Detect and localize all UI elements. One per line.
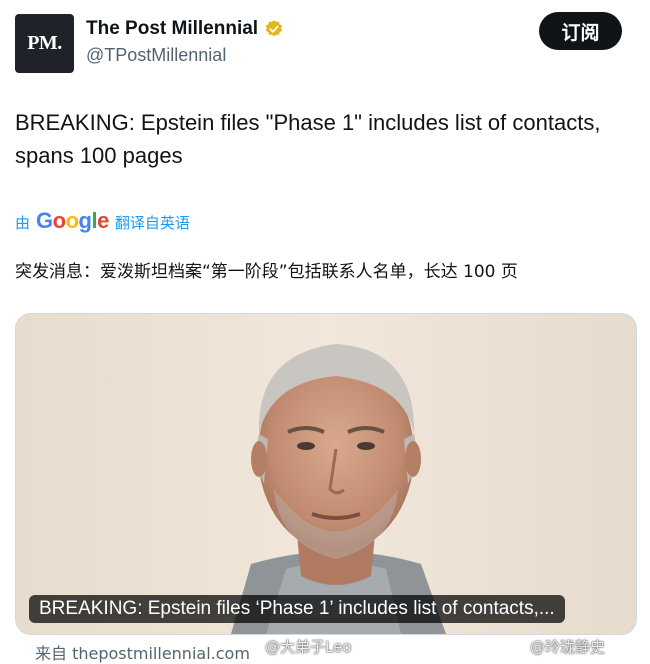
translation-attribution[interactable]: 由 Google 翻译自英语 bbox=[15, 208, 190, 234]
translate-suffix: 翻译自英语 bbox=[114, 214, 190, 232]
media-caption: BREAKING: Epstein files ‘Phase 1’ includ… bbox=[29, 595, 565, 623]
translated-text: 突发消息：爱泼斯坦档案“第一阶段”包括联系人名单，长达 100 页 bbox=[15, 262, 518, 282]
watermark-left: @大弟子Leo bbox=[265, 638, 352, 656]
avatar-text: PM. bbox=[27, 32, 62, 54]
portrait-photo bbox=[16, 314, 636, 634]
verified-badge-icon bbox=[265, 20, 283, 37]
tweet-text: BREAKING: Epstein files "Phase 1" includ… bbox=[15, 110, 601, 168]
link-source[interactable]: 来自 thepostmillennial.com bbox=[35, 640, 250, 664]
account-handle[interactable]: @TPostMillennial bbox=[86, 45, 226, 66]
google-logo: Google bbox=[36, 208, 109, 233]
media-card[interactable] bbox=[15, 313, 637, 635]
subscribe-button[interactable]: 订阅 bbox=[539, 12, 622, 50]
watermark-right: @玲珑静史 bbox=[530, 638, 606, 656]
avatar[interactable]: PM. bbox=[15, 14, 74, 73]
display-name[interactable]: The Post Millennial bbox=[86, 18, 284, 40]
display-name-text: The Post Millennial bbox=[86, 18, 259, 39]
translate-prefix: 由 bbox=[15, 214, 31, 232]
